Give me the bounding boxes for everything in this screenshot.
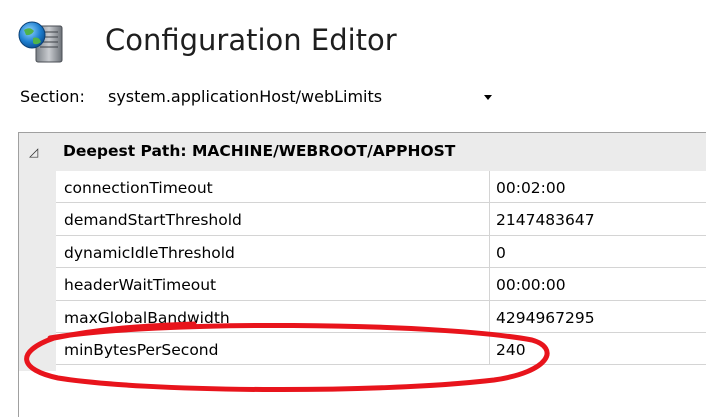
section-dropdown[interactable]: system.applicationHost/webLimits (104, 82, 500, 112)
group-header[interactable]: ◿ Deepest Path: MACHINE/WEBROOT/APPHOST (19, 133, 706, 171)
property-grid: ◿ Deepest Path: MACHINE/WEBROOT/APPHOST … (18, 132, 706, 417)
property-value[interactable]: 00:00:00 (496, 275, 566, 295)
group-label: Deepest Path: MACHINE/WEBROOT/APPHOST (63, 142, 456, 160)
table-row[interactable]: maxGlobalBandwidth 4294967295 (56, 301, 706, 333)
property-value[interactable]: 4294967295 (496, 308, 595, 328)
property-value[interactable]: 240 (496, 340, 526, 360)
property-value[interactable]: 2147483647 (496, 210, 595, 230)
column-divider (489, 171, 490, 365)
property-value[interactable]: 0 (496, 243, 506, 263)
section-label: Section: (20, 87, 85, 106)
property-name: connectionTimeout (64, 179, 213, 197)
grid-gutter (19, 171, 56, 371)
chevron-down-icon[interactable] (484, 95, 492, 100)
property-name: maxGlobalBandwidth (64, 308, 230, 327)
property-value[interactable]: 00:02:00 (496, 178, 566, 198)
collapse-icon[interactable]: ◿ (29, 146, 38, 158)
table-row[interactable]: demandStartThreshold 2147483647 (56, 203, 706, 236)
table-row[interactable]: headerWaitTimeout 00:00:00 (56, 268, 706, 301)
table-row[interactable]: minBytesPerSecond 240 (56, 333, 706, 366)
property-name: minBytesPerSecond (64, 340, 219, 359)
property-name: headerWaitTimeout (64, 276, 217, 295)
server-config-icon (18, 21, 63, 63)
property-name: dynamicIdleThreshold (64, 243, 235, 262)
property-rows: connectionTimeout 00:02:00 demandStartTh… (56, 171, 706, 366)
page-title: Configuration Editor (105, 23, 397, 57)
section-value: system.applicationHost/webLimits (108, 87, 383, 106)
property-name: demandStartThreshold (64, 211, 242, 230)
table-row[interactable]: dynamicIdleThreshold 0 (56, 236, 706, 269)
table-row[interactable]: connectionTimeout 00:02:00 (56, 171, 706, 204)
